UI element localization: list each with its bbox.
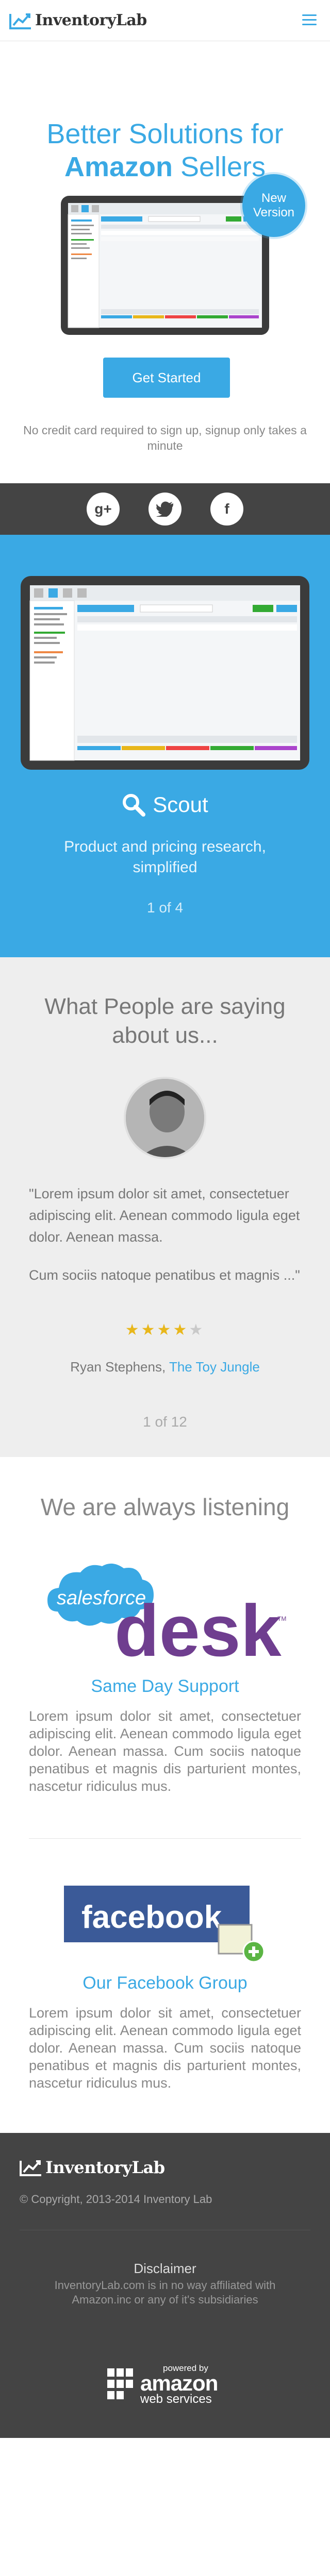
social-bar: g+ f bbox=[0, 483, 330, 535]
chart-logo-icon bbox=[9, 13, 31, 29]
avatar bbox=[124, 1077, 206, 1159]
star-icon: ★ bbox=[141, 1321, 157, 1338]
facebook-group-text: Lorem ipsum dolor sit amet, consectetuer… bbox=[29, 2005, 301, 2091]
desk-wordmark: desk bbox=[114, 1590, 282, 1663]
hero-section: Better Solutions for Amazon Sellers New … bbox=[0, 41, 330, 452]
star-icon: ★ bbox=[125, 1321, 141, 1338]
trademark-mark: TM bbox=[277, 1615, 286, 1622]
testimonial-quote: "Lorem ipsum dolor sit amet, consectetue… bbox=[29, 1186, 300, 1283]
facebook-group-title[interactable]: Our Facebook Group bbox=[0, 1973, 330, 1993]
new-version-badge: New Version bbox=[242, 174, 305, 237]
testimonials-heading: What People are saying about us... bbox=[44, 994, 286, 1048]
feature-slider: Scout Product and pricing research, simp… bbox=[0, 535, 330, 957]
scout-screenshot-tablet bbox=[21, 576, 309, 770]
app-screenshot-tablet bbox=[61, 196, 269, 335]
feature-description: Product and pricing research, simplified bbox=[64, 838, 266, 876]
chart-logo-icon bbox=[20, 2160, 41, 2176]
support-title: Same Day Support bbox=[91, 1676, 239, 1696]
slide-counter: 1 of 4 bbox=[146, 900, 184, 916]
section-divider bbox=[29, 1838, 301, 1839]
testimonial-counter: 1 of 12 bbox=[143, 1414, 187, 1430]
hero-title: Better Solutions for Amazon Sellers bbox=[46, 118, 284, 182]
twitter-icon[interactable] bbox=[148, 493, 182, 526]
footer-brand-name: InventoryLab bbox=[45, 2158, 165, 2177]
disclaimer-title: Disclaimer bbox=[134, 2261, 196, 2276]
web-services-wordmark: web services bbox=[140, 2392, 212, 2406]
twitter-bird-icon bbox=[156, 501, 173, 517]
disclaimer-text: InventoryLab.com is in no way affiliated… bbox=[54, 2279, 276, 2306]
aws-cubes-icon bbox=[107, 2368, 133, 2399]
facebook-wordmark: facebook bbox=[81, 1900, 222, 1935]
brand-logo[interactable]: InventoryLab bbox=[9, 11, 147, 29]
footer-brand-logo[interactable]: InventoryLab bbox=[20, 2158, 165, 2177]
author-company-link[interactable]: The Toy Jungle bbox=[169, 1359, 260, 1375]
feature-title: Scout bbox=[0, 792, 330, 817]
google-plus-icon[interactable]: g+ bbox=[87, 493, 120, 526]
testimonial-author: Ryan Stephens, The Toy Jungle bbox=[70, 1359, 260, 1375]
listening-section: We are always listening salesforce desk … bbox=[0, 1457, 330, 2133]
search-icon bbox=[123, 794, 146, 817]
facebook-icon[interactable]: f bbox=[210, 493, 243, 526]
brand-name: InventoryLab bbox=[35, 11, 147, 29]
copyright-text: © Copyright, 2013-2014 Inventory Lab bbox=[20, 2193, 212, 2206]
salesforce-desk-logo: salesforce desk TM bbox=[47, 1563, 286, 1663]
rating-stars: ★★★★★ bbox=[0, 1321, 330, 1339]
listening-heading: We are always listening bbox=[40, 1494, 290, 1520]
amazon-wordmark: amazon bbox=[140, 2370, 218, 2395]
hamburger-icon[interactable] bbox=[302, 14, 317, 27]
aws-powered-logo: powered by amazon web services bbox=[106, 2360, 225, 2409]
site-header: InventoryLab bbox=[0, 0, 330, 41]
star-empty-icon: ★ bbox=[189, 1321, 205, 1338]
signup-note: No credit card required to sign up, sign… bbox=[23, 423, 307, 452]
site-footer: InventoryLab © Copyright, 2013-2014 Inve… bbox=[0, 2133, 330, 2438]
get-started-button[interactable]: Get Started bbox=[103, 358, 230, 398]
testimonials-section: What People are saying about us... "Lore… bbox=[0, 957, 330, 1457]
facebook-group-logo: facebook bbox=[64, 1886, 265, 1963]
star-icon: ★ bbox=[157, 1321, 173, 1338]
star-icon: ★ bbox=[173, 1321, 189, 1338]
support-text: Lorem ipsum dolor sit amet, consectetuer… bbox=[29, 1708, 301, 1794]
